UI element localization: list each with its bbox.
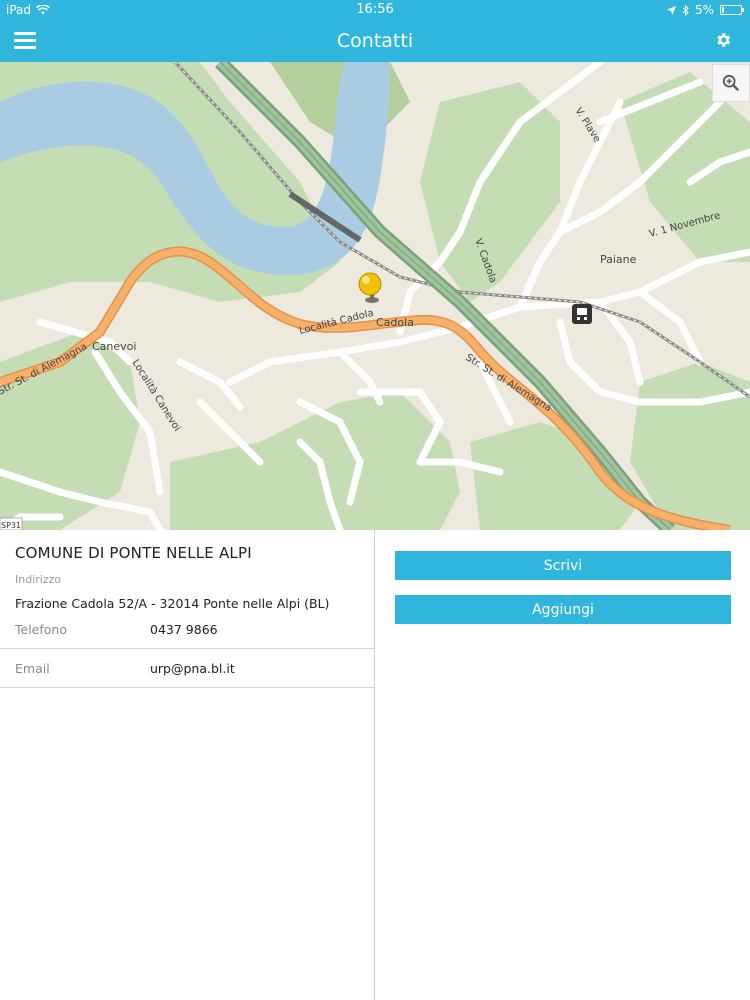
status-right: 5% xyxy=(666,3,744,17)
phone-label: Telefono xyxy=(15,622,67,637)
location-arrow-icon xyxy=(666,5,676,15)
email-value[interactable]: urp@pna.bl.it xyxy=(150,661,235,676)
map-road-shield-label: SP31 xyxy=(1,521,21,530)
divider xyxy=(0,648,375,649)
map-label: V. Plave xyxy=(572,106,602,145)
status-time: 16:56 xyxy=(356,2,394,17)
zoom-button[interactable] xyxy=(712,64,750,102)
address-label: Indirizzo xyxy=(15,573,62,586)
top-bar: iPad 16:56 5% Contatti xyxy=(0,0,750,62)
map-label: Cadola xyxy=(376,316,414,329)
magnifier-icon xyxy=(722,74,739,91)
add-button[interactable]: Aggiungi xyxy=(395,595,731,624)
email-label: Email xyxy=(15,661,50,676)
page-title: Contatti xyxy=(336,30,414,52)
map-label: Paiane xyxy=(600,253,637,266)
battery-icon xyxy=(720,5,744,15)
divider xyxy=(0,687,375,688)
settings-button[interactable] xyxy=(714,31,734,51)
phone-value[interactable]: 0437 9866 xyxy=(150,622,218,637)
location-pin-icon[interactable] xyxy=(358,272,382,303)
contact-details-panel: COMUNE DI PONTE NELLE ALPI Indirizzo Fra… xyxy=(0,530,375,1000)
org-name: COMUNE DI PONTE NELLE ALPI xyxy=(15,544,252,562)
gear-icon xyxy=(717,33,731,47)
map-green-area xyxy=(0,332,140,530)
address-value: Frazione Cadola 52/A - 32014 Ponte nelle… xyxy=(15,596,330,611)
actions-panel: Scrivi Aggiungi xyxy=(375,530,750,1000)
map-view[interactable]: V. Plave V. 1 Novembre Paiane V. Cadola … xyxy=(0,62,750,530)
train-station-icon[interactable] xyxy=(572,304,592,324)
status-bar: iPad 16:56 5% xyxy=(0,0,750,20)
write-button[interactable]: Scrivi xyxy=(395,551,731,580)
map-canvas[interactable]: V. Plave V. 1 Novembre Paiane V. Cadola … xyxy=(0,62,750,530)
map-label: Canevoi xyxy=(92,340,136,353)
battery-percent: 5% xyxy=(694,3,714,17)
bluetooth-icon xyxy=(682,4,689,16)
